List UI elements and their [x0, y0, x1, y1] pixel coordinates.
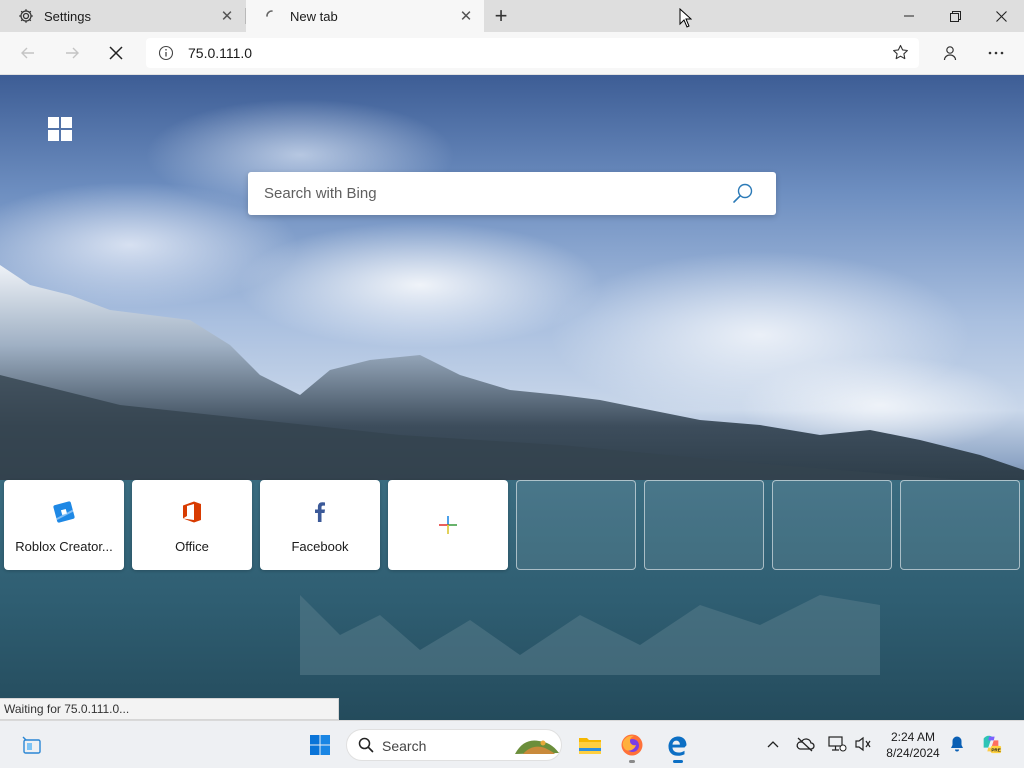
empty-quick-link-slot	[772, 480, 892, 570]
minimize-button[interactable]	[886, 0, 932, 32]
add-icon	[436, 513, 460, 537]
taskbar: Search 2:24 AM 8/24/2024 PRE	[0, 720, 1024, 768]
status-bar: Waiting for 75.0.111.0...	[0, 698, 339, 720]
mouse-cursor-icon	[679, 7, 693, 31]
search-highlight-icon	[513, 735, 561, 760]
taskbar-search[interactable]: Search	[346, 729, 562, 761]
empty-quick-link-slot	[516, 480, 636, 570]
office-icon	[180, 500, 204, 524]
search-placeholder: Search with Bing	[264, 185, 377, 202]
profile-button[interactable]	[934, 37, 966, 69]
notification-bell-icon[interactable]	[946, 733, 968, 755]
show-hidden-icons-chevron-icon[interactable]	[762, 733, 784, 755]
roblox-icon	[52, 500, 76, 524]
empty-quick-link-slot	[900, 480, 1020, 570]
search-icon	[358, 737, 374, 756]
facebook-icon	[308, 500, 332, 524]
gear-icon	[17, 7, 35, 25]
more-menu-button[interactable]	[980, 37, 1012, 69]
clock-time: 2:24 AM	[890, 730, 936, 744]
system-clock[interactable]: 2:24 AM 8/24/2024	[880, 729, 946, 761]
quick-link-office[interactable]: Office	[132, 480, 252, 570]
close-tab-icon[interactable]: ✕	[215, 4, 239, 28]
address-text[interactable]: 75.0.111.0	[188, 45, 252, 61]
navigation-toolbar: 75.0.111.0	[0, 32, 1024, 75]
search-icon[interactable]	[732, 182, 754, 207]
onedrive-offline-icon[interactable]	[794, 733, 816, 755]
file-explorer-icon[interactable]	[574, 729, 606, 761]
quick-link-label: Office	[175, 539, 209, 554]
volume-muted-icon[interactable]	[852, 733, 874, 755]
network-icon[interactable]	[826, 733, 848, 755]
clock-date: 8/24/2024	[886, 746, 940, 760]
empty-quick-link-slot	[644, 480, 764, 570]
back-button[interactable]	[12, 37, 44, 69]
maximize-button[interactable]	[932, 0, 978, 32]
quick-link-label: Facebook	[291, 539, 349, 554]
tab-label: Settings	[44, 8, 91, 24]
tab-strip: Settings ✕ New tab ✕ +	[0, 0, 1024, 32]
quick-link-label: Roblox Creator...	[15, 539, 113, 554]
active-app-indicator	[673, 760, 683, 763]
running-indicator	[629, 760, 635, 763]
stop-loading-button[interactable]	[100, 37, 132, 69]
tab-new-tab[interactable]: New tab ✕	[246, 0, 484, 32]
site-info-icon[interactable]	[158, 45, 174, 64]
quick-link-facebook[interactable]: Facebook	[260, 480, 380, 570]
start-button[interactable]	[304, 729, 336, 761]
bing-search-box[interactable]: Search with Bing	[248, 172, 776, 215]
quick-link-roblox[interactable]: Roblox Creator...	[4, 480, 124, 570]
address-bar[interactable]: 75.0.111.0	[146, 38, 919, 68]
tab-label: New tab	[290, 8, 338, 24]
firefox-icon[interactable]	[616, 729, 648, 761]
close-tab-icon[interactable]: ✕	[454, 4, 478, 28]
edge-icon[interactable]	[660, 729, 692, 761]
svg-text:PRE: PRE	[991, 748, 1000, 753]
windows-logo-icon	[48, 117, 72, 141]
taskbar-search-label: Search	[382, 738, 427, 754]
add-quick-link-button[interactable]	[388, 480, 508, 570]
new-tab-button[interactable]: +	[488, 3, 514, 29]
widgets-button[interactable]	[16, 729, 48, 761]
favorite-star-icon[interactable]	[892, 44, 909, 64]
forward-button[interactable]	[56, 37, 88, 69]
loading-spinner-icon	[263, 7, 281, 25]
close-window-button[interactable]	[978, 0, 1024, 32]
copilot-icon[interactable]: PRE	[980, 733, 1002, 755]
tab-settings[interactable]: Settings ✕	[0, 0, 245, 32]
new-tab-page: Search with Bing Roblox Creator... Offic…	[0, 75, 1024, 720]
